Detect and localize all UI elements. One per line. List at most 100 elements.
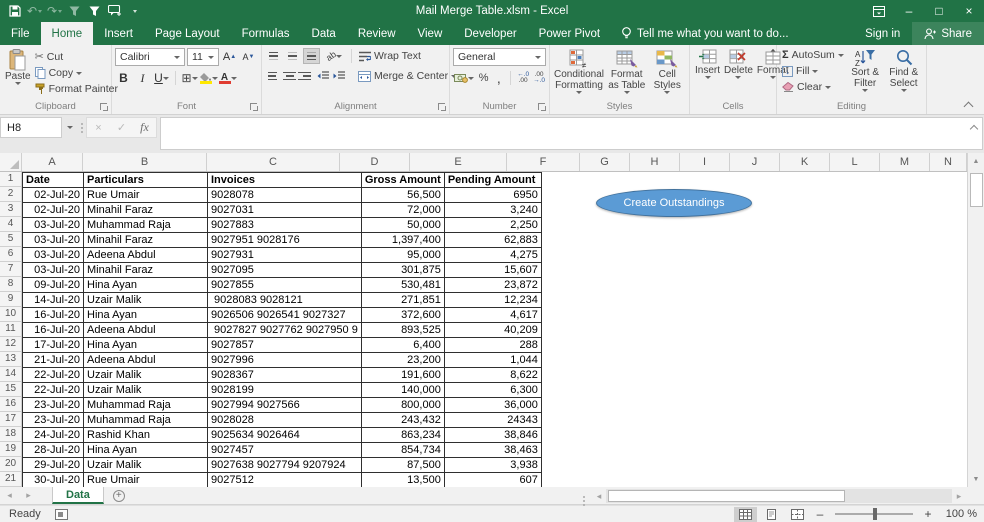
sheet-tab-data[interactable]: Data [52, 487, 104, 504]
decrease-indent-button[interactable] [316, 68, 330, 84]
cell[interactable]: Hina Ayan [83, 337, 208, 353]
cell[interactable]: 30-Jul-20 [22, 472, 84, 487]
row-header-20[interactable]: 20 [0, 457, 22, 472]
column-header-l[interactable]: L [830, 153, 880, 171]
row-header-8[interactable]: 8 [0, 277, 22, 292]
merge-center-button[interactable]: Merge & Center [356, 69, 459, 83]
page-break-preview-button[interactable] [786, 507, 809, 522]
cell[interactable]: 15,607 [443, 262, 542, 278]
table-header-cell[interactable]: Date [22, 172, 84, 188]
cell[interactable]: Adeena Abdul [83, 352, 208, 368]
cell[interactable]: 4,275 [443, 247, 542, 263]
cell[interactable]: 21-Jul-20 [22, 352, 84, 368]
cell[interactable]: 530,481 [360, 277, 445, 293]
row-header-11[interactable]: 11 [0, 322, 22, 337]
zoom-level[interactable]: 100 % [939, 508, 977, 520]
top-align-button[interactable] [265, 48, 282, 64]
cell[interactable]: 9028199 [207, 382, 362, 398]
align-left-button[interactable] [265, 68, 280, 84]
insert-function-icon[interactable]: fx [133, 120, 156, 135]
decrease-decimal-button[interactable]: .00 →.0 [532, 70, 546, 86]
insert-cells-button[interactable]: Insert [693, 47, 722, 100]
ribbon-tab-home[interactable]: Home [40, 22, 94, 45]
cell[interactable]: 17-Jul-20 [22, 337, 84, 353]
row-header-1[interactable]: 1 [0, 172, 22, 187]
zoom-out-button[interactable]: – [812, 507, 828, 521]
cell[interactable]: 02-Jul-20 [22, 202, 84, 218]
sort-filter-button[interactable]: AZ Sort & Filter [846, 47, 885, 100]
cell[interactable]: 16-Jul-20 [22, 322, 84, 338]
cell[interactable]: 9027512 [207, 472, 362, 487]
cell[interactable]: 2,250 [443, 217, 542, 233]
cell[interactable]: 28-Jul-20 [22, 442, 84, 458]
cell[interactable]: 03-Jul-20 [22, 247, 84, 263]
cell[interactable]: 23-Jul-20 [22, 397, 84, 413]
cell[interactable]: 95,000 [360, 247, 445, 263]
expand-formula-bar-icon[interactable] [970, 124, 979, 131]
cell[interactable]: 02-Jul-20 [22, 187, 84, 203]
column-header-c[interactable]: C [207, 153, 340, 171]
cell[interactable]: 62,883 [443, 232, 542, 248]
undo-icon[interactable]: ↶ [25, 2, 44, 20]
format-as-table-button[interactable]: Format as Table [605, 47, 648, 100]
accounting-format-button[interactable] [453, 70, 475, 86]
cell[interactable]: 4,617 [443, 307, 542, 323]
row-header-5[interactable]: 5 [0, 232, 22, 247]
increase-indent-button[interactable] [332, 68, 346, 84]
page-layout-view-button[interactable] [760, 507, 783, 522]
cell[interactable]: Rue Umair [83, 187, 208, 203]
column-header-j[interactable]: J [730, 153, 780, 171]
table-header-cell[interactable]: Pending Amount [443, 172, 542, 188]
cell[interactable]: 9027855 [207, 277, 362, 293]
column-header-a[interactable]: A [22, 153, 83, 171]
cell[interactable]: Uzair Malik [83, 367, 208, 383]
ribbon-tab-formulas[interactable]: Formulas [231, 22, 301, 45]
row-header-17[interactable]: 17 [0, 412, 22, 427]
bottom-align-button[interactable] [303, 48, 320, 64]
cell[interactable]: Uzair Malik [83, 292, 208, 308]
row-header-4[interactable]: 4 [0, 217, 22, 232]
cell[interactable]: 38,846 [443, 427, 542, 443]
row-header-14[interactable]: 14 [0, 367, 22, 382]
paste-button[interactable]: Paste [3, 47, 33, 100]
cell[interactable]: Uzair Malik [83, 382, 208, 398]
align-right-button[interactable] [298, 68, 314, 84]
scroll-down-icon[interactable]: ▼ [968, 471, 984, 487]
column-header-e[interactable]: E [410, 153, 507, 171]
horizontal-scrollbar[interactable]: ◂ ▸ [592, 488, 966, 504]
normal-view-button[interactable] [734, 506, 757, 522]
conditional-formatting-button[interactable]: ≠ Conditional Formatting [553, 47, 605, 100]
ribbon-tab-page-layout[interactable]: Page Layout [144, 22, 231, 45]
scroll-up-icon[interactable]: ▲ [968, 153, 984, 169]
comma-style-button[interactable]: , [492, 70, 505, 86]
cell[interactable]: 03-Jul-20 [22, 232, 84, 248]
cut-button[interactable]: ✂ Cut [33, 49, 120, 64]
filter-icon[interactable] [85, 2, 104, 20]
scroll-right-icon[interactable]: ▸ [952, 491, 966, 502]
table-header-cell[interactable]: Particulars [83, 172, 208, 188]
row-header-13[interactable]: 13 [0, 352, 22, 367]
cell[interactable]: Minahil Faraz [83, 262, 208, 278]
copy-button[interactable]: Copy [33, 66, 120, 80]
maximize-button[interactable]: □ [924, 0, 954, 22]
ribbon-tab-power-pivot[interactable]: Power Pivot [528, 22, 611, 45]
cell[interactable]: Rue Umair [83, 472, 208, 487]
font-family-select[interactable]: Calibri [115, 48, 185, 66]
create-outstandings-button[interactable]: Create Outstandings [596, 189, 752, 217]
cell[interactable]: Rashid Khan [83, 427, 208, 443]
row-header-16[interactable]: 16 [0, 397, 22, 412]
cell[interactable]: Hina Ayan [83, 442, 208, 458]
name-box-caret[interactable] [62, 117, 78, 138]
cell-styles-button[interactable]: Cell Styles [648, 47, 686, 100]
cell[interactable]: 607 [443, 472, 542, 487]
collapse-ribbon-button[interactable] [964, 100, 974, 108]
cell[interactable]: 9027951 9028176 [207, 232, 362, 248]
cell[interactable]: 140,000 [360, 382, 445, 398]
cell[interactable]: 03-Jul-20 [22, 217, 84, 233]
cell[interactable]: 9028367 [207, 367, 362, 383]
row-header-3[interactable]: 3 [0, 202, 22, 217]
cell[interactable]: 36,000 [443, 397, 542, 413]
cell[interactable]: 8,622 [443, 367, 542, 383]
wrap-text-button[interactable]: Wrap Text [357, 49, 423, 63]
cell[interactable]: Hina Ayan [83, 277, 208, 293]
